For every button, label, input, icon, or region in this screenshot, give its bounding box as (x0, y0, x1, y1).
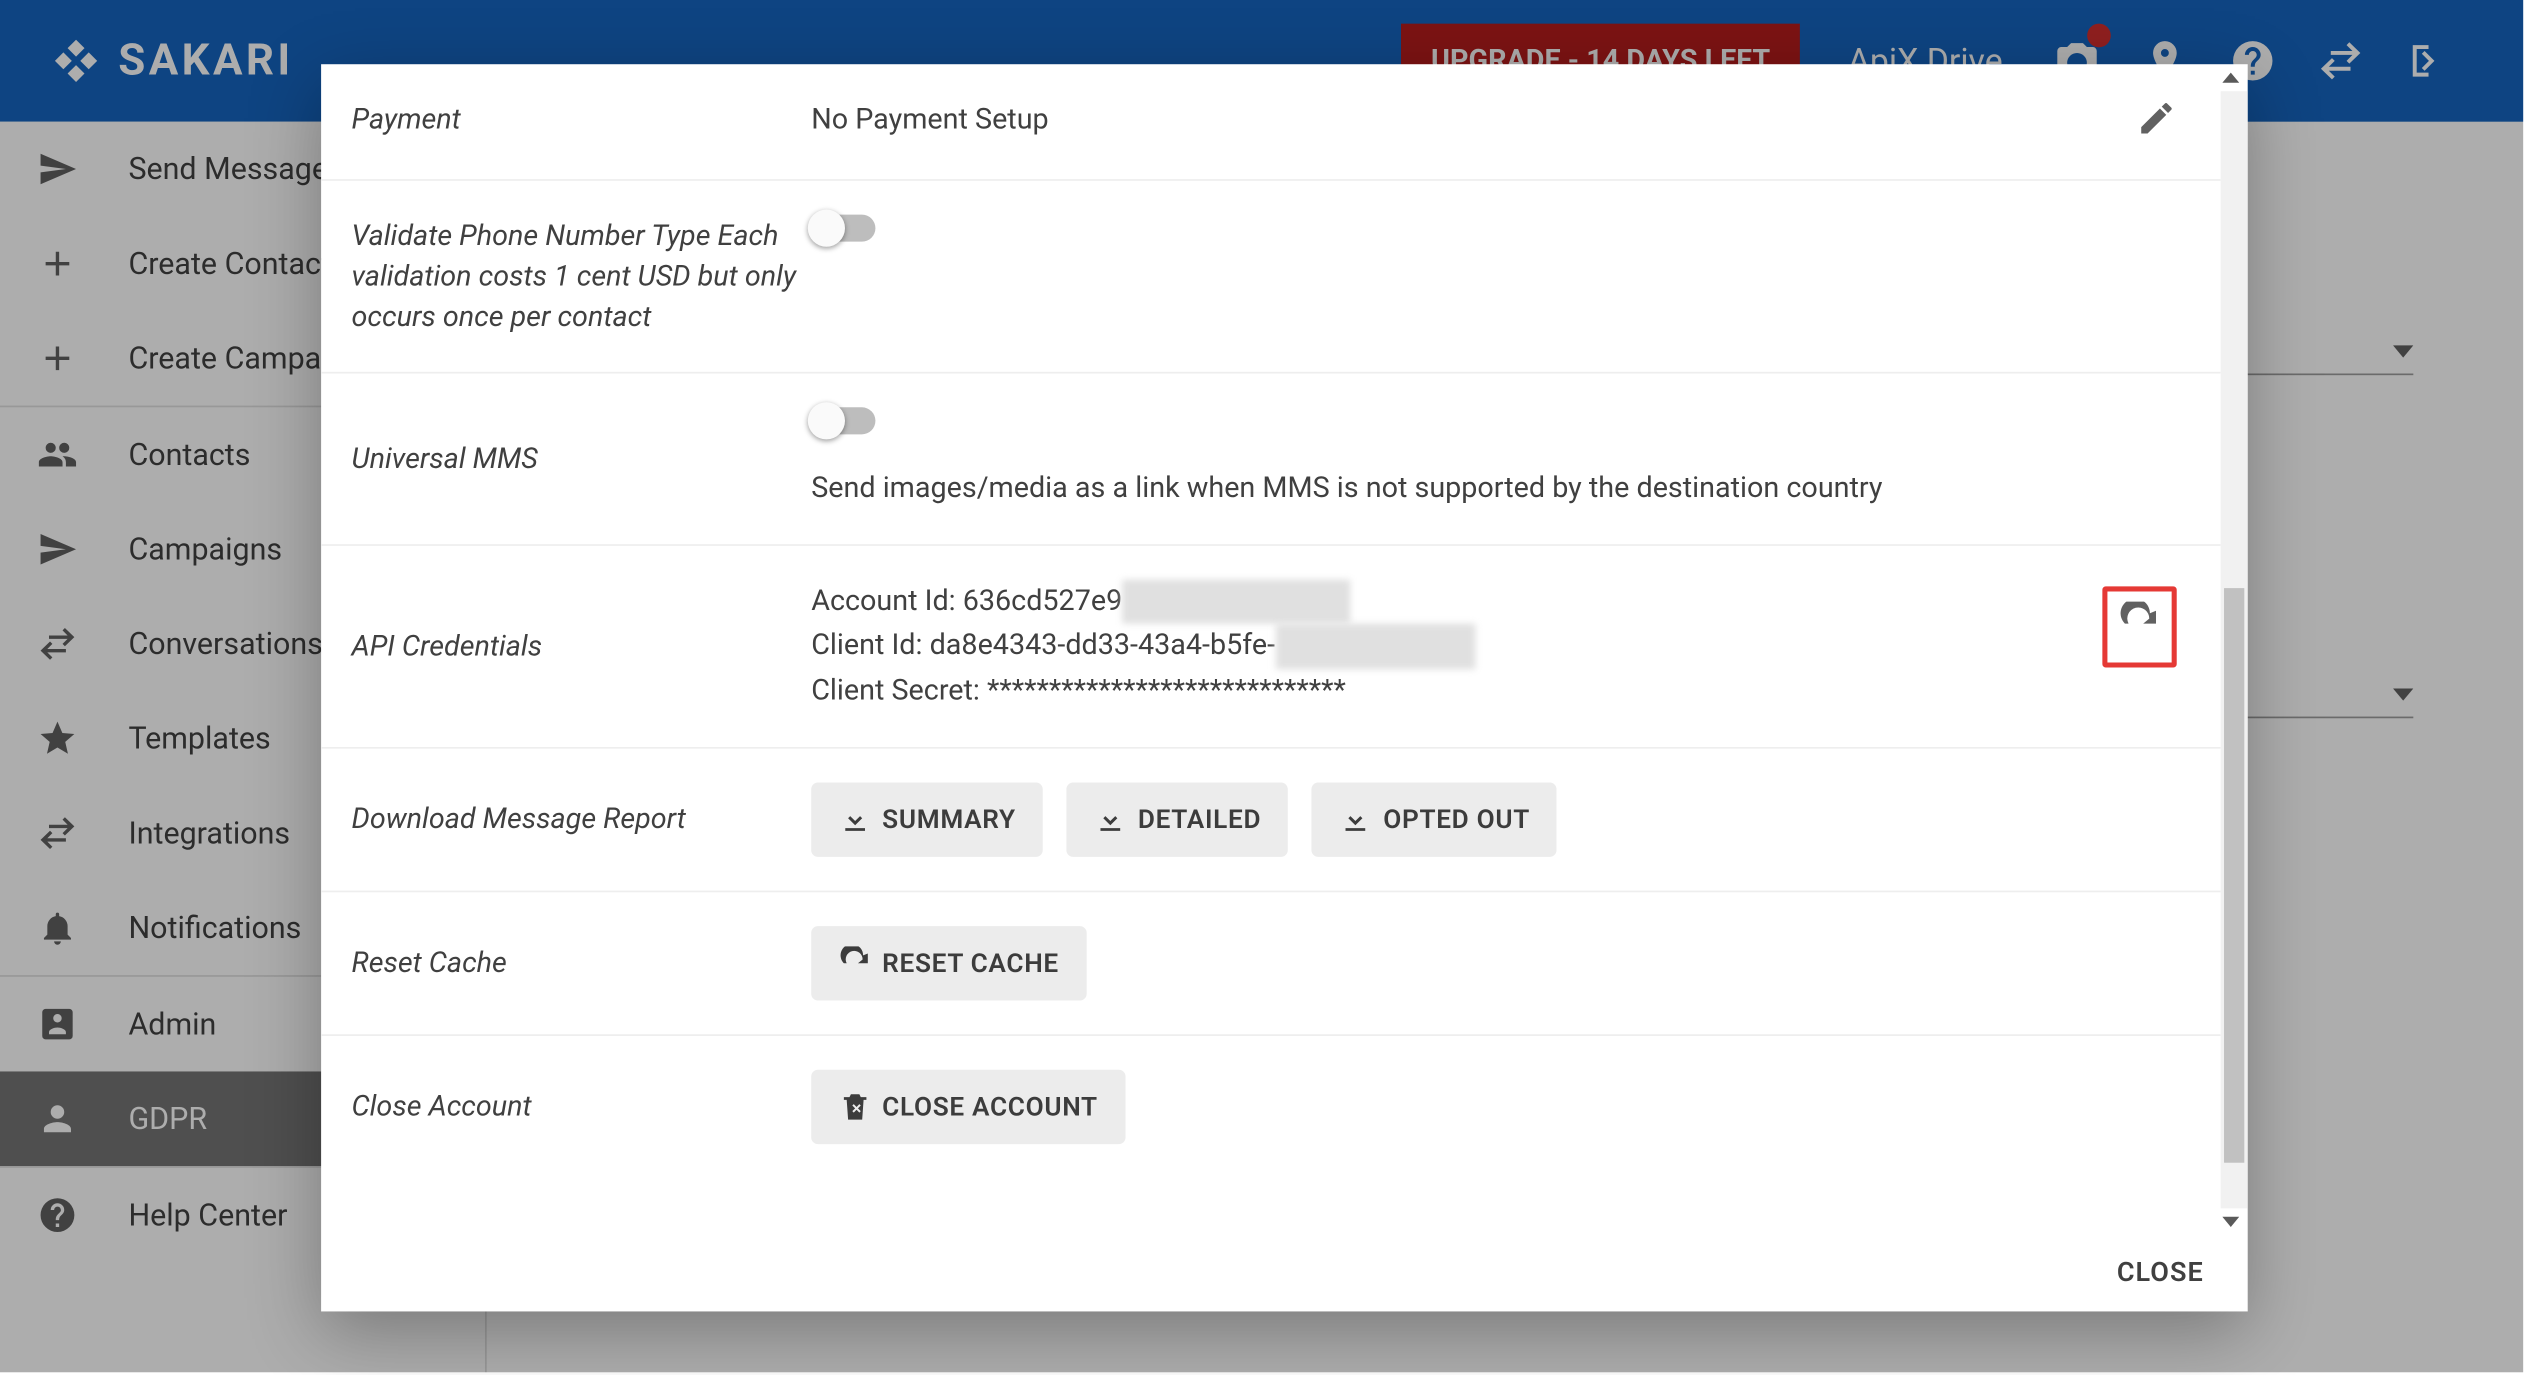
api-label: API Credentials (352, 625, 812, 669)
edit-payment-icon[interactable] (2136, 98, 2177, 145)
row-api-credentials: API Credentials Account Id: 636cd527e9xx… (321, 546, 2221, 749)
summary-label: SUMMARY (882, 800, 1016, 841)
scroll-thumb[interactable] (2224, 588, 2244, 1163)
detailed-label: DETAILED (1138, 800, 1261, 841)
refresh-credentials-button[interactable] (2102, 587, 2176, 668)
opted-out-button[interactable]: OPTED OUT (1312, 783, 1557, 857)
row-reset-cache: Reset Cache RESET CACHE (321, 893, 2221, 1037)
summary-button[interactable]: SUMMARY (811, 783, 1043, 857)
payment-value: No Payment Setup (811, 98, 2075, 145)
validate-toggle[interactable] (811, 215, 875, 242)
close-account-label: Close Account (352, 1085, 812, 1129)
download-icon (1094, 803, 1128, 837)
payment-label: Payment (352, 98, 812, 145)
download-icon (838, 803, 872, 837)
mms-desc: Send images/media as a link when MMS is … (811, 471, 1882, 505)
refresh-icon (838, 947, 872, 981)
account-id-hidden: xxxxxxxxxxxxxxxx (1122, 580, 1350, 625)
client-id-hidden: xxxxxxxxxxxxxx (1275, 624, 1475, 669)
close-account-btn-label: CLOSE ACCOUNT (882, 1087, 1098, 1128)
client-secret: Client Secret: *************************… (811, 669, 2075, 714)
validate-label: Validate Phone Number Type Each validati… (352, 215, 812, 339)
settings-dialog: Payment No Payment Setup Validate Phone … (321, 64, 2248, 1311)
opted-out-label: OPTED OUT (1383, 800, 1530, 841)
row-download-report: Download Message Report SUMMARY DETAILED… (321, 749, 2221, 893)
mms-label: Universal MMS (352, 437, 812, 481)
close-account-button[interactable]: CLOSE ACCOUNT (811, 1070, 1125, 1144)
reset-cache-button[interactable]: RESET CACHE (811, 926, 1086, 1000)
reset-label: Reset Cache (352, 942, 812, 986)
row-universal-mms: Universal MMS Send images/media as a lin… (321, 374, 2221, 546)
refresh-icon (2118, 602, 2162, 646)
client-id-prefix: Client Id: da8e4343-dd33-43a4-b5fe- (811, 629, 1275, 663)
row-payment: Payment No Payment Setup (321, 64, 2221, 181)
close-dialog-button[interactable]: CLOSE (2117, 1256, 2204, 1288)
row-close-account: Close Account CLOSE ACCOUNT (321, 1036, 2221, 1154)
dialog-body: Payment No Payment Setup Validate Phone … (321, 64, 2248, 1235)
account-id-prefix: Account Id: 636cd527e9 (811, 585, 1122, 619)
reset-cache-label: RESET CACHE (882, 943, 1059, 984)
row-validate-phone: Validate Phone Number Type Each validati… (321, 181, 2221, 374)
download-label: Download Message Report (352, 798, 812, 842)
download-icon (1339, 803, 1373, 837)
scroll-down-arrow[interactable] (2217, 1208, 2244, 1235)
mms-toggle[interactable] (811, 408, 875, 435)
dialog-footer: CLOSE (321, 1235, 2248, 1311)
scroll-up-arrow[interactable] (2217, 64, 2244, 91)
trash-icon (838, 1090, 872, 1124)
detailed-button[interactable]: DETAILED (1067, 783, 1288, 857)
